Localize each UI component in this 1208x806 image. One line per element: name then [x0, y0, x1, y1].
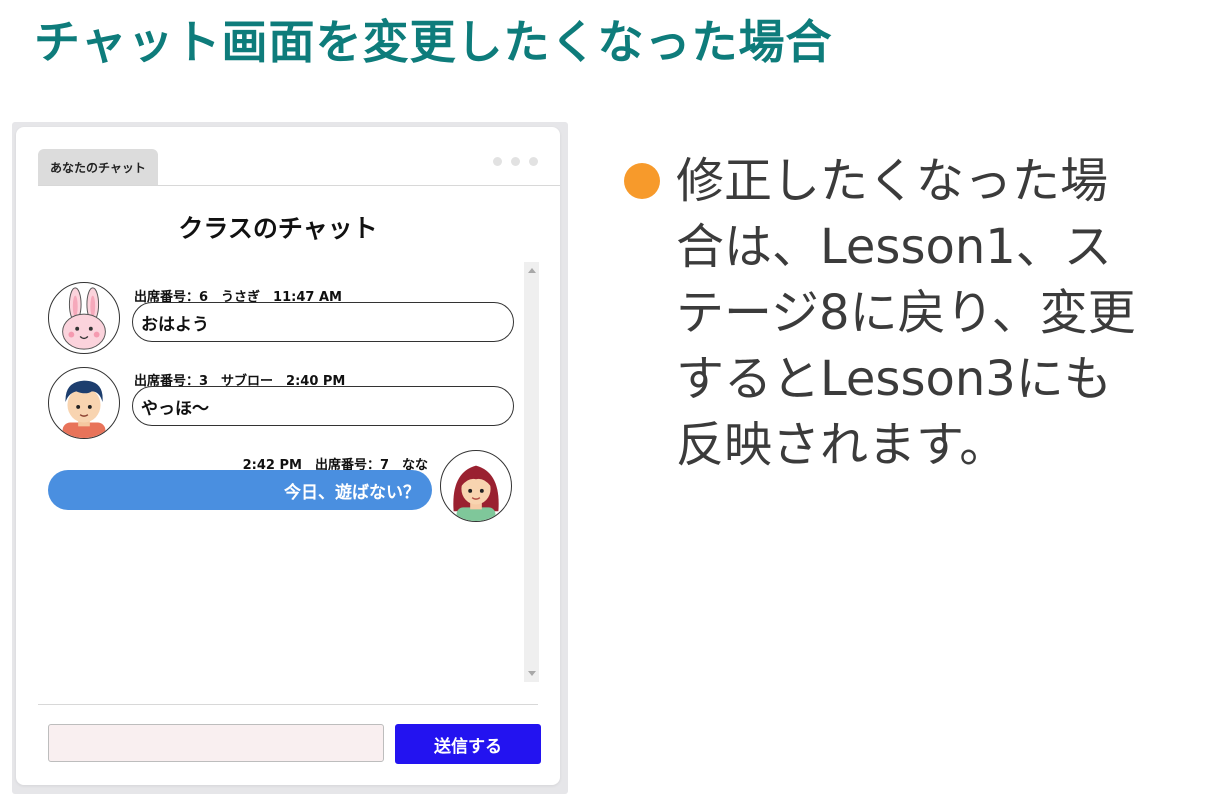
bullet-text: 修正したくなった場 合は、Lesson1、ス テージ8に戻り、変更 するとLes… [676, 148, 1196, 478]
chat-window-frame: あなたのチャット クラスのチャット 出席番号：6 うさぎ 11:47 AM おは… [12, 122, 568, 794]
girl-avatar-icon [440, 450, 512, 522]
slide-title: チャット画面を変更したくなった場合 [34, 15, 833, 69]
tab-your-chat[interactable]: あなたのチャット [38, 149, 158, 185]
scroll-down-icon[interactable] [528, 671, 536, 676]
rabbit-avatar-icon [48, 282, 120, 354]
message-input[interactable] [48, 724, 384, 762]
tab-divider [38, 185, 560, 186]
message-bubble: おはよう [132, 302, 514, 342]
boy-avatar-icon [48, 367, 120, 439]
send-button[interactable]: 送信する [395, 724, 541, 764]
chat-window: あなたのチャット クラスのチャット 出席番号：6 うさぎ 11:47 AM おは… [16, 127, 560, 785]
bullet-line: 修正したくなった場 [676, 153, 1109, 209]
bullet-line: 合は、Lesson1、ス [676, 219, 1112, 275]
scroll-up-icon[interactable] [528, 268, 536, 273]
chat-title: クラスのチャット [178, 214, 378, 243]
input-divider [38, 704, 538, 705]
bullet-line: するとLesson3にも [676, 351, 1112, 407]
message-scrollbar[interactable] [524, 262, 539, 682]
bullet-icon [624, 163, 660, 199]
own-message-bubble: 今日、遊ばない？ [48, 470, 432, 510]
bullet-line: 反映されます。 [676, 417, 1008, 473]
message-bubble: やっほ〜 [132, 386, 514, 426]
more-options-icon[interactable] [493, 157, 538, 166]
bullet-line: テージ8に戻り、変更 [676, 285, 1136, 341]
